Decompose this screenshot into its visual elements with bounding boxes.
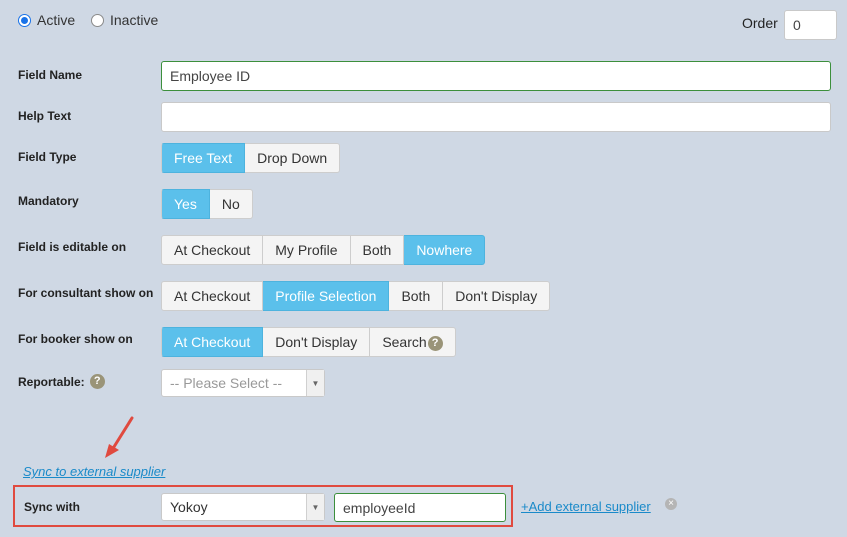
- sync-supplier-value: Yokoy: [170, 499, 208, 515]
- booker-at-checkout-button[interactable]: At Checkout: [161, 327, 264, 357]
- editable-nowhere-button[interactable]: Nowhere: [404, 235, 486, 265]
- remove-icon[interactable]: ×: [665, 498, 677, 510]
- consultant-profile-selection-button[interactable]: Profile Selection: [263, 281, 390, 311]
- help-icon[interactable]: ?: [89, 374, 105, 389]
- order-value: 0: [793, 17, 801, 33]
- order-input[interactable]: 0: [784, 10, 837, 40]
- consultant-show-label: For consultant show on: [18, 286, 154, 300]
- help-text-input[interactable]: [161, 102, 831, 132]
- help-icon[interactable]: ?: [427, 335, 443, 351]
- booker-show-toggle: At Checkout Don't Display Search?: [161, 327, 456, 357]
- add-external-supplier-link[interactable]: +Add external supplier: [521, 499, 651, 514]
- mandatory-yes-button[interactable]: Yes: [161, 189, 210, 219]
- editable-at-checkout-button[interactable]: At Checkout: [161, 235, 264, 265]
- dropdown-arrow-icon: ▼: [306, 494, 324, 520]
- field-type-label: Field Type: [18, 150, 77, 164]
- consultant-at-checkout-button[interactable]: At Checkout: [161, 281, 264, 311]
- booker-show-label: For booker show on: [18, 332, 133, 346]
- consultant-both-button[interactable]: Both: [389, 281, 444, 311]
- field-type-toggle: Free Text Drop Down: [161, 143, 341, 173]
- radio-selected-icon[interactable]: [18, 13, 31, 27]
- booker-search-label: Search: [382, 334, 427, 350]
- booker-search-button[interactable]: Search?: [370, 327, 456, 357]
- field-type-free-text-button[interactable]: Free Text: [161, 143, 246, 173]
- sync-field-input[interactable]: employeeId: [334, 493, 506, 522]
- consultant-show-toggle: At Checkout Profile Selection Both Don't…: [161, 281, 551, 311]
- mandatory-no-button[interactable]: No: [209, 189, 253, 219]
- sync-with-label: Sync with: [24, 500, 81, 514]
- sync-external-supplier-link[interactable]: Sync to external supplier: [23, 464, 165, 479]
- status-active-label: Active: [37, 12, 76, 28]
- editable-both-button[interactable]: Both: [350, 235, 405, 265]
- status-active-radio[interactable]: Active: [18, 12, 75, 28]
- field-name-label: Field Name: [18, 68, 83, 82]
- radio-unselected-icon[interactable]: [91, 13, 104, 27]
- reportable-label-row: Reportable: ?: [18, 374, 105, 389]
- reportable-select-value: -- Please Select --: [170, 375, 283, 391]
- annotation-arrow-icon: [105, 416, 134, 458]
- order-label: Order: [742, 15, 778, 31]
- status-inactive-label: Inactive: [110, 12, 159, 28]
- sync-supplier-select[interactable]: Yokoy ▼: [161, 493, 325, 521]
- field-type-drop-down-button[interactable]: Drop Down: [245, 143, 341, 173]
- editable-on-label: Field is editable on: [18, 240, 127, 254]
- consultant-dont-display-button[interactable]: Don't Display: [443, 281, 551, 311]
- mandatory-toggle: Yes No: [161, 189, 253, 219]
- reportable-select[interactable]: -- Please Select -- ▼: [161, 369, 325, 397]
- help-text-label: Help Text: [18, 109, 72, 123]
- dropdown-arrow-icon: ▼: [306, 370, 324, 396]
- editable-my-profile-button[interactable]: My Profile: [263, 235, 351, 265]
- editable-on-toggle: At Checkout My Profile Both Nowhere: [161, 235, 486, 265]
- field-name-input[interactable]: Employee ID: [161, 61, 831, 91]
- reportable-label: Reportable:: [18, 374, 85, 389]
- status-inactive-radio[interactable]: Inactive: [91, 12, 158, 28]
- sync-field-value: employeeId: [343, 499, 416, 516]
- field-name-value: Employee ID: [170, 68, 251, 84]
- booker-dont-display-button[interactable]: Don't Display: [263, 327, 371, 357]
- mandatory-label: Mandatory: [18, 194, 79, 208]
